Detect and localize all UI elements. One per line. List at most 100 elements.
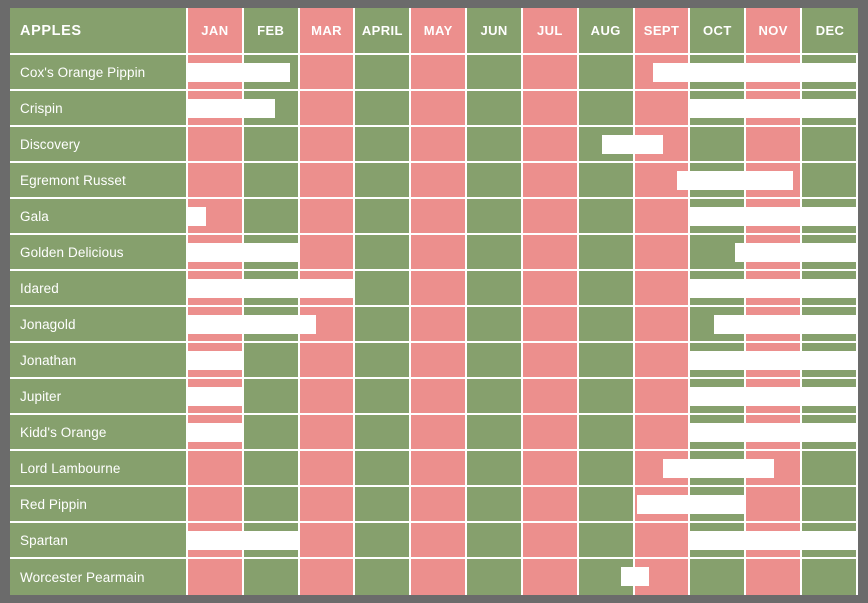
- month-cell[interactable]: [522, 451, 579, 487]
- month-cell[interactable]: [188, 163, 244, 199]
- month-cell[interactable]: [522, 523, 579, 559]
- month-cell[interactable]: [299, 415, 356, 451]
- month-cell[interactable]: [746, 235, 803, 271]
- month-cell[interactable]: [578, 127, 635, 163]
- month-cell[interactable]: [188, 127, 244, 163]
- month-cell[interactable]: [634, 415, 691, 451]
- month-cell[interactable]: [243, 379, 300, 415]
- month-cell[interactable]: [690, 379, 747, 415]
- month-cell[interactable]: [188, 55, 244, 91]
- month-cell[interactable]: [690, 523, 747, 559]
- month-cell[interactable]: [802, 559, 858, 595]
- month-cell[interactable]: [467, 559, 523, 595]
- month-cell[interactable]: [634, 271, 691, 307]
- month-cell[interactable]: [243, 487, 300, 523]
- month-cell[interactable]: [802, 235, 858, 271]
- month-cell[interactable]: [522, 91, 579, 127]
- month-cell[interactable]: [522, 235, 579, 271]
- month-cell[interactable]: [243, 523, 300, 559]
- row-label-cell[interactable]: Egremont Russet: [10, 163, 188, 199]
- month-cell[interactable]: [522, 55, 579, 91]
- month-cell[interactable]: [802, 379, 858, 415]
- row-label-cell[interactable]: Jonathan: [10, 343, 188, 379]
- row-label-cell[interactable]: Worcester Pearmain: [10, 559, 188, 595]
- row-label-cell[interactable]: Crispin: [10, 91, 188, 127]
- month-cell[interactable]: [188, 559, 244, 595]
- row-label-cell[interactable]: Discovery: [10, 127, 188, 163]
- month-cell[interactable]: [522, 163, 579, 199]
- month-cell[interactable]: [578, 559, 635, 595]
- month-cell[interactable]: [467, 235, 523, 271]
- month-cell[interactable]: [690, 487, 747, 523]
- month-cell[interactable]: [243, 415, 300, 451]
- month-cell[interactable]: [522, 379, 579, 415]
- month-cell[interactable]: [411, 91, 468, 127]
- month-cell[interactable]: [690, 415, 747, 451]
- month-cell[interactable]: [690, 271, 747, 307]
- month-cell[interactable]: [243, 235, 300, 271]
- month-cell[interactable]: [690, 235, 747, 271]
- month-cell[interactable]: [802, 127, 858, 163]
- month-cell[interactable]: [802, 487, 858, 523]
- month-cell[interactable]: [299, 343, 356, 379]
- month-cell[interactable]: [299, 163, 356, 199]
- month-cell[interactable]: [467, 91, 523, 127]
- month-cell[interactable]: [299, 487, 356, 523]
- month-cell[interactable]: [467, 163, 523, 199]
- month-cell[interactable]: [355, 55, 412, 91]
- month-cell[interactable]: [634, 235, 691, 271]
- month-cell[interactable]: [243, 91, 300, 127]
- month-cell[interactable]: [690, 343, 747, 379]
- month-cell[interactable]: [802, 271, 858, 307]
- month-cell[interactable]: [634, 559, 691, 595]
- month-cell[interactable]: [299, 199, 356, 235]
- table-row[interactable]: Gala: [10, 199, 858, 235]
- month-cell[interactable]: [243, 199, 300, 235]
- month-cell[interactable]: [299, 523, 356, 559]
- month-cell[interactable]: [578, 451, 635, 487]
- table-row[interactable]: Crispin: [10, 91, 858, 127]
- month-cell[interactable]: [690, 307, 747, 343]
- month-cell[interactable]: [355, 559, 412, 595]
- row-label-cell[interactable]: Jonagold: [10, 307, 188, 343]
- month-cell[interactable]: [355, 415, 412, 451]
- month-cell[interactable]: [243, 271, 300, 307]
- month-cell[interactable]: [355, 379, 412, 415]
- month-cell[interactable]: [355, 127, 412, 163]
- table-row[interactable]: Red Pippin: [10, 487, 858, 523]
- month-cell[interactable]: [299, 91, 356, 127]
- month-cell[interactable]: [355, 307, 412, 343]
- month-cell[interactable]: [299, 559, 356, 595]
- month-cell[interactable]: [243, 307, 300, 343]
- month-cell[interactable]: [299, 379, 356, 415]
- month-cell[interactable]: [634, 199, 691, 235]
- month-cell[interactable]: [355, 451, 412, 487]
- table-row[interactable]: Jonathan: [10, 343, 858, 379]
- month-cell[interactable]: [746, 523, 803, 559]
- month-cell[interactable]: [578, 343, 635, 379]
- month-cell[interactable]: [690, 127, 747, 163]
- month-cell[interactable]: [578, 271, 635, 307]
- month-cell[interactable]: [522, 127, 579, 163]
- month-cell[interactable]: [522, 343, 579, 379]
- row-label-cell[interactable]: Golden Delicious: [10, 235, 188, 271]
- month-cell[interactable]: [355, 199, 412, 235]
- month-cell[interactable]: [578, 307, 635, 343]
- month-cell[interactable]: [522, 559, 579, 595]
- row-label-cell[interactable]: Jupiter: [10, 379, 188, 415]
- month-cell[interactable]: [746, 55, 803, 91]
- month-cell[interactable]: [578, 55, 635, 91]
- month-cell[interactable]: [746, 307, 803, 343]
- month-cell[interactable]: [188, 271, 244, 307]
- month-cell[interactable]: [746, 487, 803, 523]
- month-cell[interactable]: [188, 451, 244, 487]
- month-cell[interactable]: [578, 415, 635, 451]
- month-cell[interactable]: [243, 451, 300, 487]
- month-cell[interactable]: [634, 487, 691, 523]
- month-cell[interactable]: [299, 451, 356, 487]
- month-cell[interactable]: [746, 199, 803, 235]
- month-cell[interactable]: [746, 559, 803, 595]
- month-cell[interactable]: [411, 487, 468, 523]
- month-cell[interactable]: [411, 523, 468, 559]
- month-cell[interactable]: [188, 307, 244, 343]
